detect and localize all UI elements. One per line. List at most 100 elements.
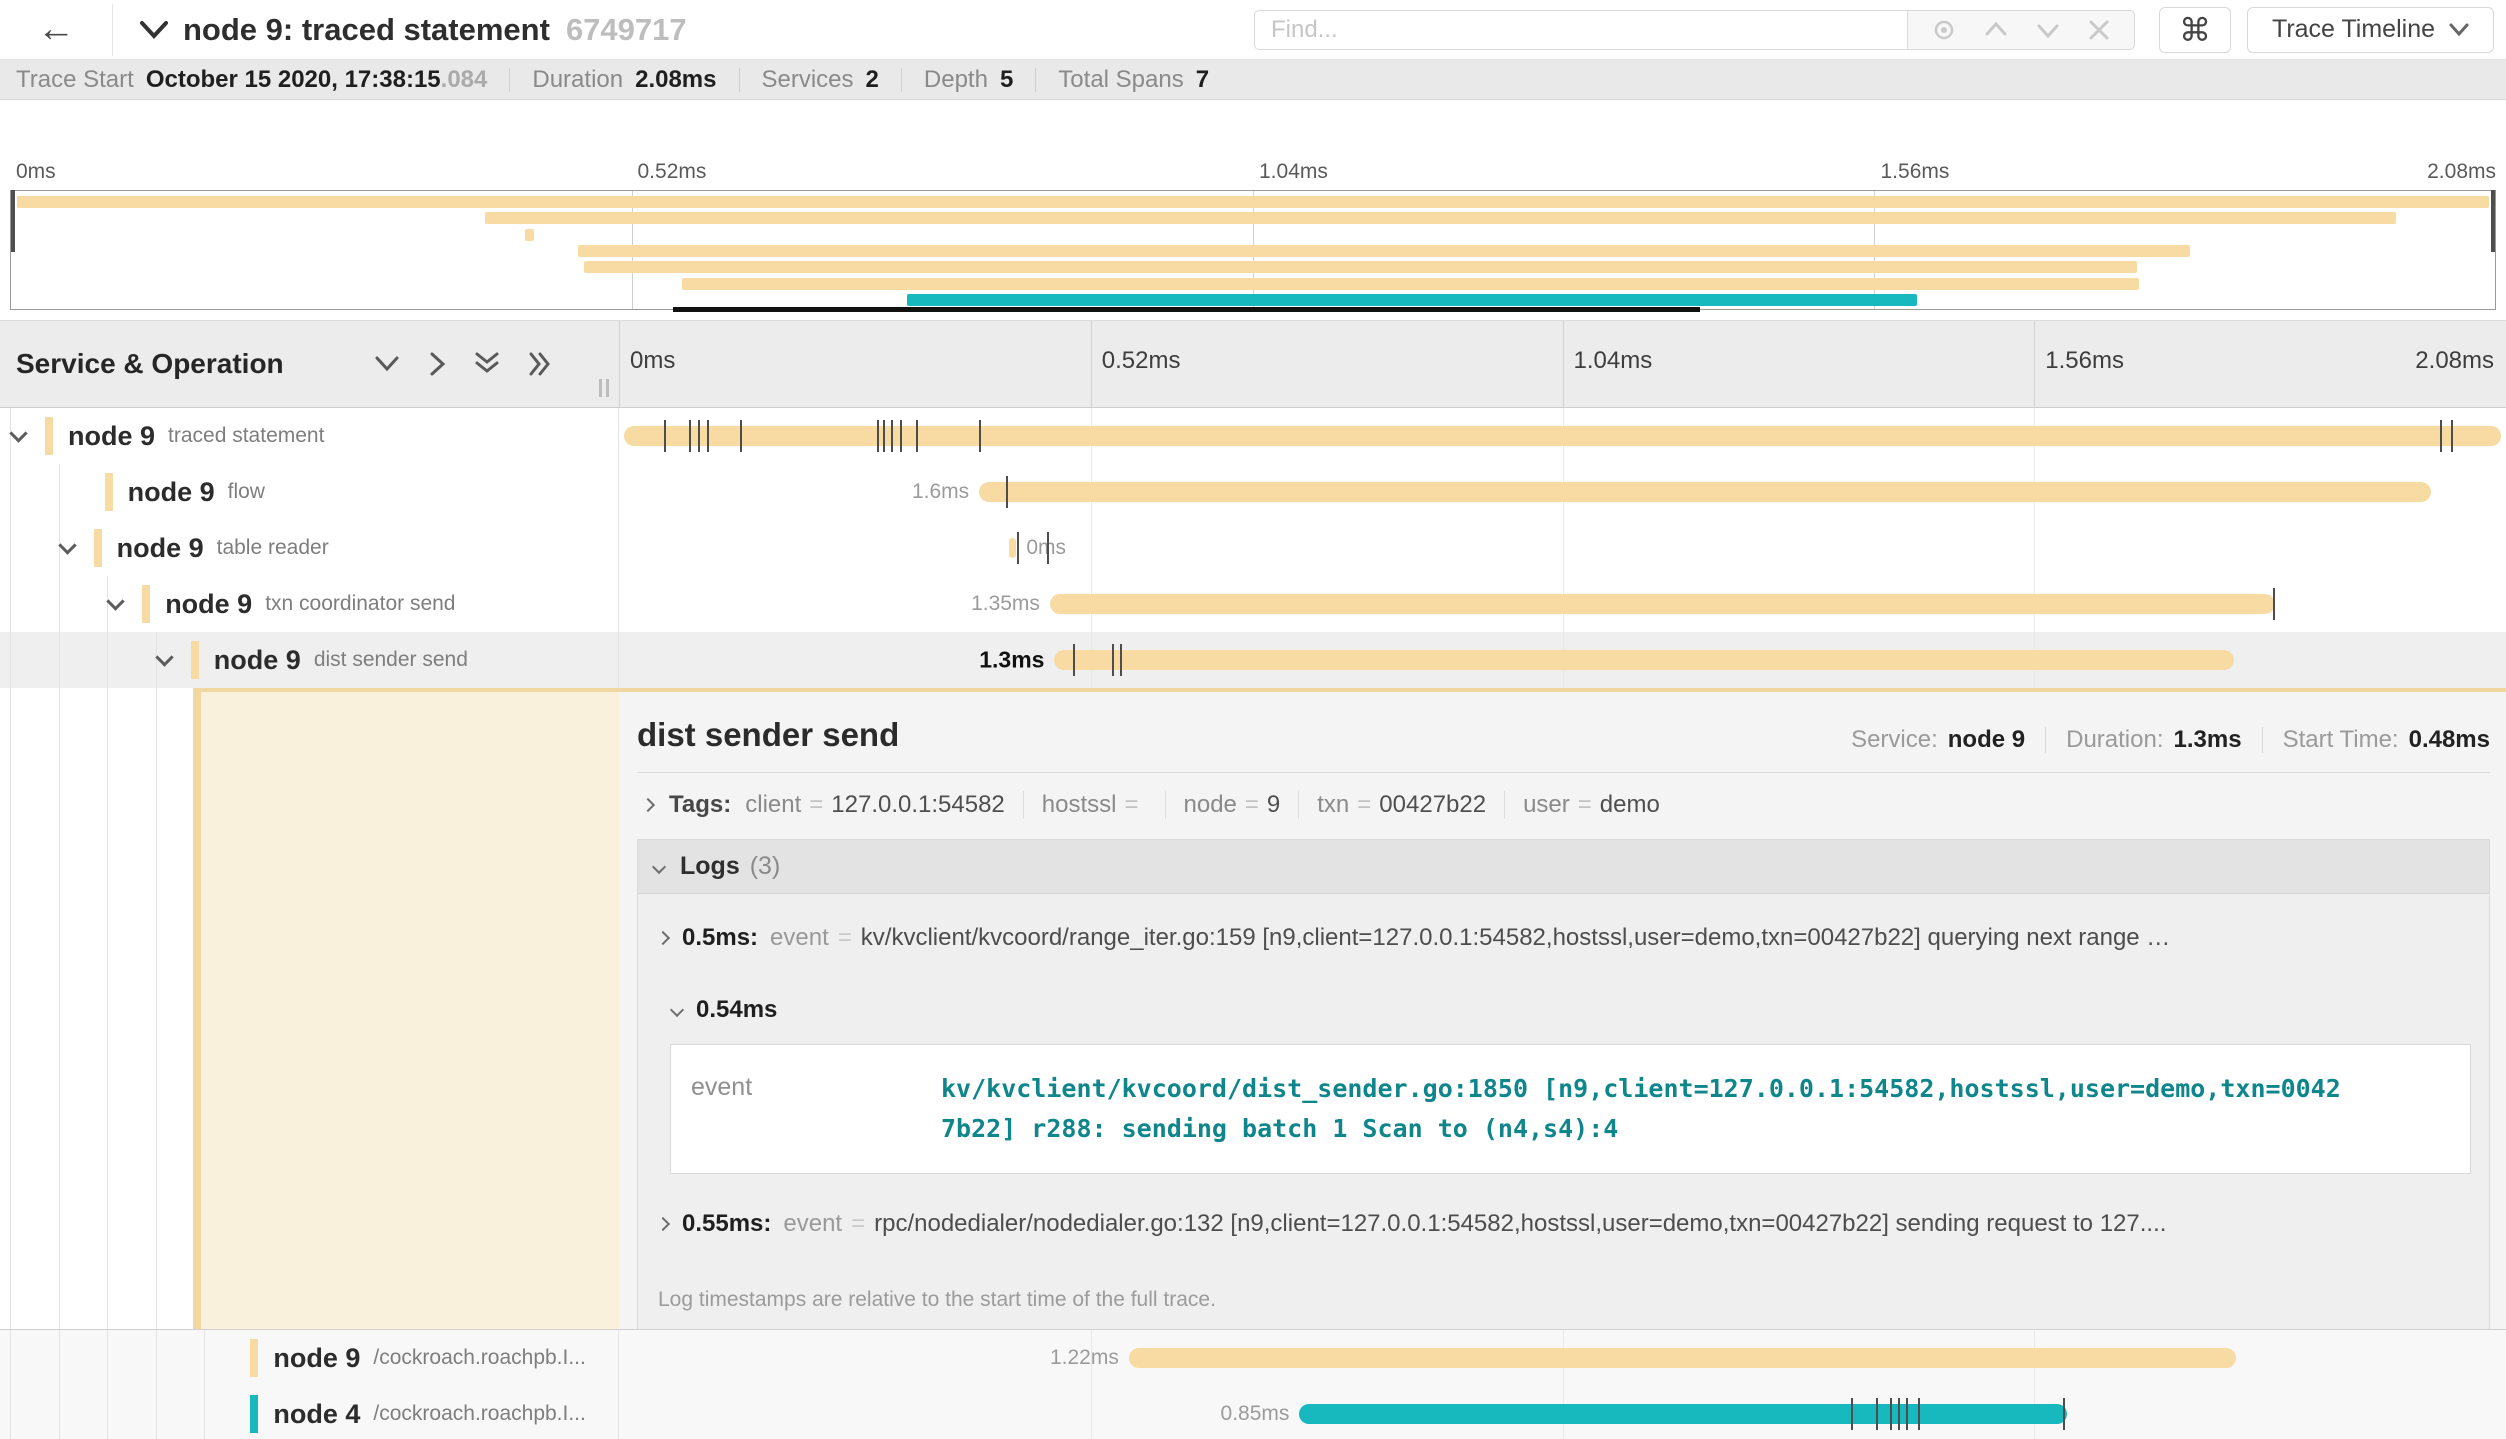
minimap-tick-label: 1.56ms (1875, 160, 1950, 184)
indent-guide (59, 1330, 60, 1386)
log-event-tick[interactable] (979, 420, 981, 452)
trace-view-selector-button[interactable]: Trace Timeline (2247, 7, 2494, 53)
log-entry-expanded-header[interactable]: 0.54ms (658, 996, 2473, 1024)
minimap-span-bar (584, 261, 2137, 273)
span-duration-bar[interactable] (1054, 650, 2233, 670)
find-clear-icon[interactable] (2087, 18, 2111, 42)
divider (637, 772, 2490, 773)
indent-guide (10, 464, 11, 520)
log-event-tick[interactable] (1918, 1398, 1920, 1430)
trace-stat-trace-start: Trace StartOctober 15 2020, 17:38:15.084 (16, 66, 487, 94)
timeline-tick-label: 2.08ms (2415, 321, 2494, 407)
indent-guide (156, 632, 157, 688)
column-resize-handle[interactable] (599, 379, 609, 397)
expand-one-level-icon[interactable] (373, 354, 401, 374)
logs-header[interactable]: Logs (3) (638, 840, 2489, 894)
span-timeline-cell[interactable]: 1.22ms (619, 1330, 2506, 1386)
span-timeline-cell[interactable]: 0.85ms (619, 1386, 2506, 1439)
page-title: node 9: traced statement (183, 12, 550, 48)
log-event-tick[interactable] (2440, 420, 2442, 452)
timeline-tick-label: 0ms (619, 321, 675, 407)
log-event-tick[interactable] (1898, 1398, 1900, 1430)
span-timeline-cell[interactable]: 1.35ms (619, 576, 2506, 632)
indent-guide (156, 1386, 157, 1439)
find-next-icon[interactable] (2035, 17, 2061, 43)
log-event-tick[interactable] (1851, 1398, 1853, 1430)
log-event-tick[interactable] (740, 420, 742, 452)
span-name-cell[interactable]: node 9/cockroach.roachpb.I... (0, 1330, 619, 1386)
log-entry-row[interactable]: 0.55ms:event=rpc/nodedialer/nodedialer.g… (654, 1210, 2473, 1238)
log-event-tick[interactable] (2451, 420, 2453, 452)
chevron-down-icon[interactable] (155, 648, 173, 666)
log-event-tick[interactable] (664, 420, 666, 452)
find-prev-icon[interactable] (1983, 17, 2009, 43)
divider (739, 68, 740, 92)
keyboard-shortcuts-button[interactable]: ⌘ (2159, 7, 2231, 53)
span-duration-bar[interactable] (1299, 1404, 2067, 1424)
span-name-cell[interactable]: node 9dist sender send (0, 632, 619, 688)
span-name-cell[interactable]: node 9table reader (0, 520, 619, 576)
log-event-tick[interactable] (707, 420, 709, 452)
minimap-right-scrubber[interactable] (2491, 190, 2495, 252)
span-duration-bar[interactable] (1129, 1348, 2236, 1368)
log-event-tick[interactable] (2273, 588, 2275, 620)
collapse-one-level-icon[interactable] (427, 350, 447, 378)
indent-guide (10, 632, 11, 688)
log-entry-row[interactable]: 0.5ms:event=kv/kvclient/kvcoord/range_it… (654, 924, 2473, 952)
span-name-cell[interactable]: node 9flow (0, 464, 619, 520)
log-event-tick[interactable] (916, 420, 918, 452)
span-duration-bar[interactable] (624, 426, 2502, 446)
minimap-canvas[interactable] (10, 190, 2496, 310)
find-input[interactable] (1254, 10, 1907, 50)
log-event-tick[interactable] (689, 420, 691, 452)
log-event-tick[interactable] (1876, 1398, 1878, 1430)
trace-title-chevron-down-icon[interactable] (139, 20, 169, 40)
chevron-down-icon[interactable] (9, 424, 27, 442)
chevron-down-icon[interactable] (58, 536, 76, 554)
indent-guide (107, 632, 108, 688)
indent-guide (59, 464, 60, 520)
back-button[interactable]: ← (0, 4, 113, 56)
log-event-tick[interactable] (1890, 1398, 1892, 1430)
indent-guide (59, 576, 60, 632)
indent-guide (59, 520, 60, 576)
log-event-tick[interactable] (900, 420, 902, 452)
log-event-tick[interactable] (877, 420, 879, 452)
log-event-tick[interactable] (1047, 532, 1049, 564)
collapse-all-icon[interactable] (527, 350, 555, 378)
span-duration-bar[interactable] (1050, 594, 2275, 614)
operation-name: /cockroach.roachpb.I... (373, 1402, 585, 1426)
log-event-tick[interactable] (891, 420, 893, 452)
span-name-cell[interactable]: node 4/cockroach.roachpb.I... (0, 1386, 619, 1439)
span-duration-bar[interactable] (979, 482, 2431, 502)
log-event-tick[interactable] (1112, 644, 1114, 676)
minimap-viewport-indicator[interactable] (673, 307, 1700, 312)
chevron-down-icon (670, 1003, 684, 1017)
log-event-tick[interactable] (1906, 1398, 1908, 1430)
span-detail-accent-bar[interactable] (193, 688, 201, 1329)
chevron-down-icon[interactable] (106, 592, 124, 610)
minimap-left-scrubber[interactable] (11, 190, 15, 252)
log-event-tick[interactable] (883, 420, 885, 452)
span-timeline-cell[interactable]: 0ms (619, 520, 2506, 576)
log-event-tick[interactable] (2063, 1398, 2065, 1430)
tags-row[interactable]: Tags: client=127.0.0.1:54582hostssl=node… (637, 791, 2490, 819)
minimap-tick-label: 0ms (10, 160, 56, 184)
span-timeline-cell[interactable]: 1.3ms (619, 632, 2506, 688)
expand-all-icon[interactable] (473, 350, 501, 378)
timeline-tick-header[interactable]: 0ms0.52ms1.04ms1.56ms2.08ms (619, 321, 2506, 407)
log-event-tick[interactable] (1006, 476, 1008, 508)
span-duration-bar[interactable] (1009, 538, 1016, 558)
log-event-tick[interactable] (1073, 644, 1075, 676)
span-name-cell[interactable]: node 9txn coordinator send (0, 576, 619, 632)
span-timeline-cell[interactable] (619, 408, 2506, 464)
minimap-span-bar (907, 294, 1917, 306)
log-event-tick[interactable] (1120, 644, 1122, 676)
span-timeline-cell[interactable]: 1.6ms (619, 464, 2506, 520)
logs-body: 0.5ms:event=kv/kvclient/kvcoord/range_it… (638, 894, 2489, 1329)
span-name-cell[interactable]: node 9traced statement (0, 408, 619, 464)
match-locate-icon[interactable] (1931, 17, 1957, 43)
log-event-tick[interactable] (698, 420, 700, 452)
log-event-tick[interactable] (1017, 532, 1019, 564)
chevron-right-icon (656, 1217, 670, 1231)
